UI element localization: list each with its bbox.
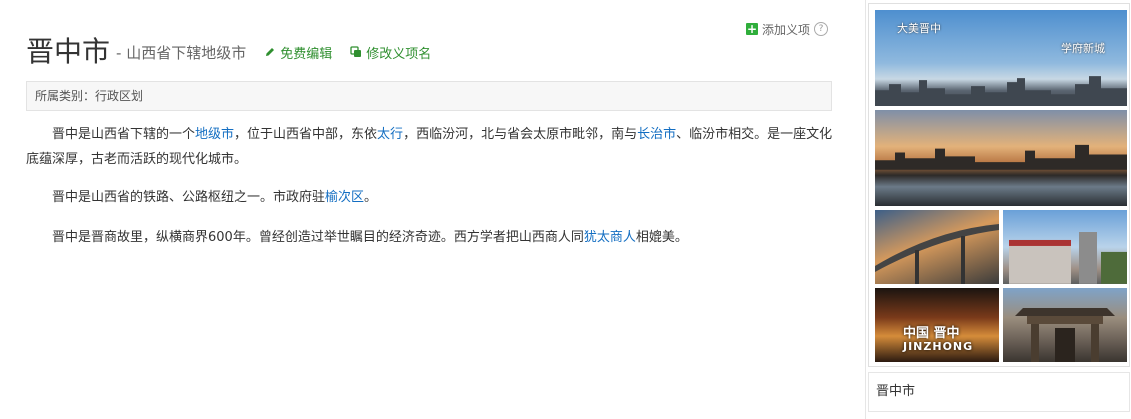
- paragraph-intro: 晋中是山西省下辖的一个地级市，位于山西省中部，东依太行，西临汾河，北与省会太原市…: [26, 122, 836, 172]
- category-bar: 所属类别：行政区划: [26, 81, 832, 111]
- album-photo-archway[interactable]: [1003, 288, 1127, 362]
- link-changzhi[interactable]: 长治市: [637, 127, 676, 142]
- page-subtitle: - 山西省下辖地级市: [116, 43, 247, 62]
- add-item-button[interactable]: + 添加义项 ?: [746, 20, 829, 38]
- photo-caption: JINZHONG: [903, 340, 974, 353]
- link-yuci[interactable]: 榆次区: [325, 190, 364, 205]
- album-photo-overpass[interactable]: [875, 210, 999, 284]
- photo-album[interactable]: 大美晋中 学府新城 中国 晋中 JINZHONG: [868, 3, 1130, 367]
- album-photo-sunset-lake[interactable]: [875, 110, 1127, 206]
- edit-button[interactable]: 免费编辑: [264, 43, 332, 62]
- plus-icon: +: [746, 22, 758, 36]
- paragraph-text: ，位于山西省中部，东依: [234, 127, 378, 142]
- photo-caption: 大美晋中: [897, 22, 941, 35]
- paragraph-text: ，西临汾河，北与省会太原市毗邻，南与: [403, 127, 638, 142]
- overpass-graphic: [875, 224, 999, 284]
- paragraph-text: 晋中是晋商故里，纵横商界600年。曾经创造过举世瞩目的经济奇迹。西方学者把山西商…: [52, 230, 584, 245]
- copy-icon: [350, 46, 362, 57]
- link-taihang[interactable]: 太行: [377, 127, 403, 142]
- edit-label: 免费编辑: [280, 46, 333, 62]
- paragraph-text: 相媲美。: [635, 230, 688, 245]
- page-title: 晋中市: [26, 35, 111, 68]
- album-photo-night-gate[interactable]: 中国 晋中 JINZHONG: [875, 288, 999, 362]
- paragraph-text: 。: [364, 190, 378, 205]
- paragraph-transport: 晋中是山西省的铁路、公路枢纽之一。市政府驻榆次区。: [26, 185, 836, 210]
- skyline-graphic: [875, 75, 1127, 106]
- rename-label: 修改义项名: [366, 46, 432, 62]
- title-row: 晋中市 - 山西省下辖地级市 免费编辑 修改义项名: [26, 32, 431, 72]
- album-panel: 大美晋中 学府新城 中国 晋中 JINZHONG 晋中市: [865, 0, 1131, 419]
- building-graphic: [1009, 232, 1127, 284]
- album-photo-building[interactable]: [1003, 210, 1127, 284]
- archway-graphic: [1015, 308, 1115, 362]
- pencil-icon: [266, 48, 275, 56]
- album-photo-city-skyline[interactable]: 大美晋中 学府新城: [875, 10, 1127, 106]
- link-prefecture-city[interactable]: 地级市: [195, 127, 234, 142]
- link-jewish-merchants[interactable]: 犹太商人: [584, 230, 636, 245]
- paragraph-merchants: 晋中是晋商故里，纵横商界600年。曾经创造过举世瞩目的经济奇迹。西方学者把山西商…: [26, 225, 836, 250]
- photo-caption: 学府新城: [1061, 42, 1105, 55]
- main-content: + 添加义项 ? 晋中市 - 山西省下辖地级市 免费编辑 修改义项名 所属类别：…: [0, 0, 860, 419]
- paragraph-text: 晋中是山西省下辖的一个: [52, 127, 196, 142]
- skyline-graphic: [875, 145, 1127, 170]
- album-title[interactable]: 晋中市: [868, 372, 1130, 412]
- paragraph-text: 晋中是山西省的铁路、公路枢纽之一。市政府驻: [52, 190, 326, 205]
- add-item-label: 添加义项: [762, 22, 811, 37]
- rename-button[interactable]: 修改义项名: [350, 43, 431, 62]
- help-icon[interactable]: ?: [814, 22, 829, 36]
- photo-caption: 中国 晋中: [903, 326, 960, 341]
